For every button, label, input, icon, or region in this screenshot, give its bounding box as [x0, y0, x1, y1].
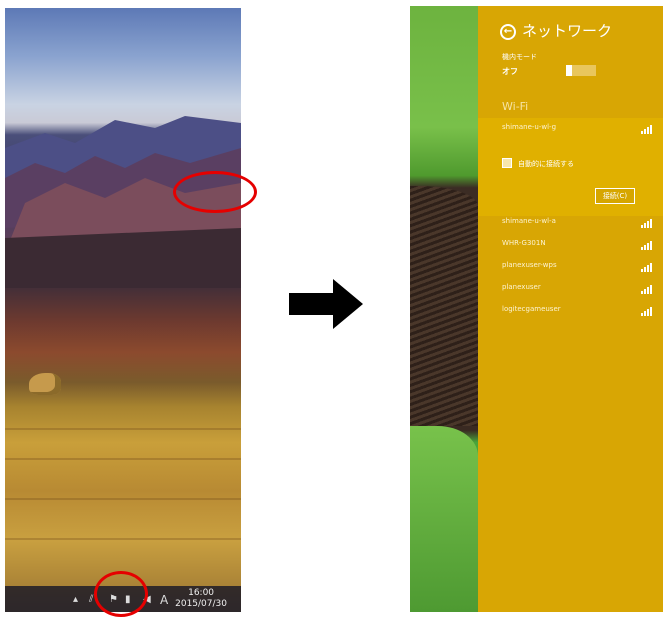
- network-row[interactable]: logitecgameuser: [478, 300, 663, 322]
- network-row[interactable]: WHR-G301N: [478, 234, 663, 256]
- wifi-signal-icon: [641, 285, 653, 294]
- wifi-signal-icon: [641, 219, 653, 228]
- connect-button[interactable]: 接続(C): [595, 188, 635, 204]
- network-row[interactable]: planexuser-wps: [478, 256, 663, 278]
- ime-indicator[interactable]: A: [160, 594, 168, 606]
- network-pane-screenshot: ← ネットワーク 機内モード オフ Wi-Fi shimane-u-wl-g 自…: [410, 6, 663, 612]
- wifi-heading: Wi-Fi: [502, 100, 529, 113]
- network-charm-pane: ← ネットワーク 機内モード オフ Wi-Fi shimane-u-wl-g 自…: [478, 6, 663, 612]
- airplane-mode-toggle[interactable]: [566, 65, 596, 76]
- desktop-screenshot: ▴ ⫽ ⚑ ▮ ◀ A 16:00 2015/07/30: [5, 8, 241, 612]
- wifi-signal-icon: [641, 307, 653, 316]
- clock-date: 2015/07/30: [175, 599, 227, 609]
- network-name: logitecgameuser: [502, 305, 561, 313]
- network-name: shimane-u-wl-a: [502, 217, 556, 225]
- clock-time: 16:00: [188, 588, 215, 598]
- wifi-signal-icon: [641, 241, 653, 250]
- clock[interactable]: 16:00 2015/07/30: [175, 588, 227, 610]
- network-row[interactable]: shimane-u-wl-a: [478, 212, 663, 234]
- network-name: shimane-u-wl-g: [502, 123, 557, 131]
- highlight-circle-connect-button: [173, 171, 257, 213]
- wifi-signal-icon: [641, 263, 653, 272]
- right-arrow-icon: [289, 279, 363, 329]
- airplane-mode-label: 機内モード: [502, 53, 537, 61]
- auto-connect-checkbox[interactable]: [502, 158, 512, 168]
- airplane-mode-state: オフ: [502, 67, 518, 76]
- green-hill: [410, 426, 478, 612]
- network-row-selected[interactable]: shimane-u-wl-g: [478, 118, 663, 140]
- highlight-circle-network-icon: [94, 571, 148, 617]
- chevron-up-icon[interactable]: ▴: [73, 594, 78, 606]
- hay-bale: [29, 373, 61, 395]
- auto-connect-label: 自動的に接続する: [518, 160, 574, 168]
- network-row[interactable]: planexuser: [478, 278, 663, 300]
- toggle-thumb: [566, 65, 572, 76]
- network-icon[interactable]: ⫽: [89, 594, 93, 606]
- back-arrow-icon[interactable]: ←: [500, 24, 516, 40]
- network-name: planexuser-wps: [502, 261, 557, 269]
- plowed-field: [410, 186, 478, 426]
- network-name: WHR-G301N: [502, 239, 546, 247]
- pane-title: ネットワーク: [522, 22, 613, 40]
- wifi-signal-icon: [641, 125, 653, 134]
- network-name: planexuser: [502, 283, 541, 291]
- selected-network[interactable]: shimane-u-wl-g 自動的に接続する 接続(C): [478, 118, 663, 216]
